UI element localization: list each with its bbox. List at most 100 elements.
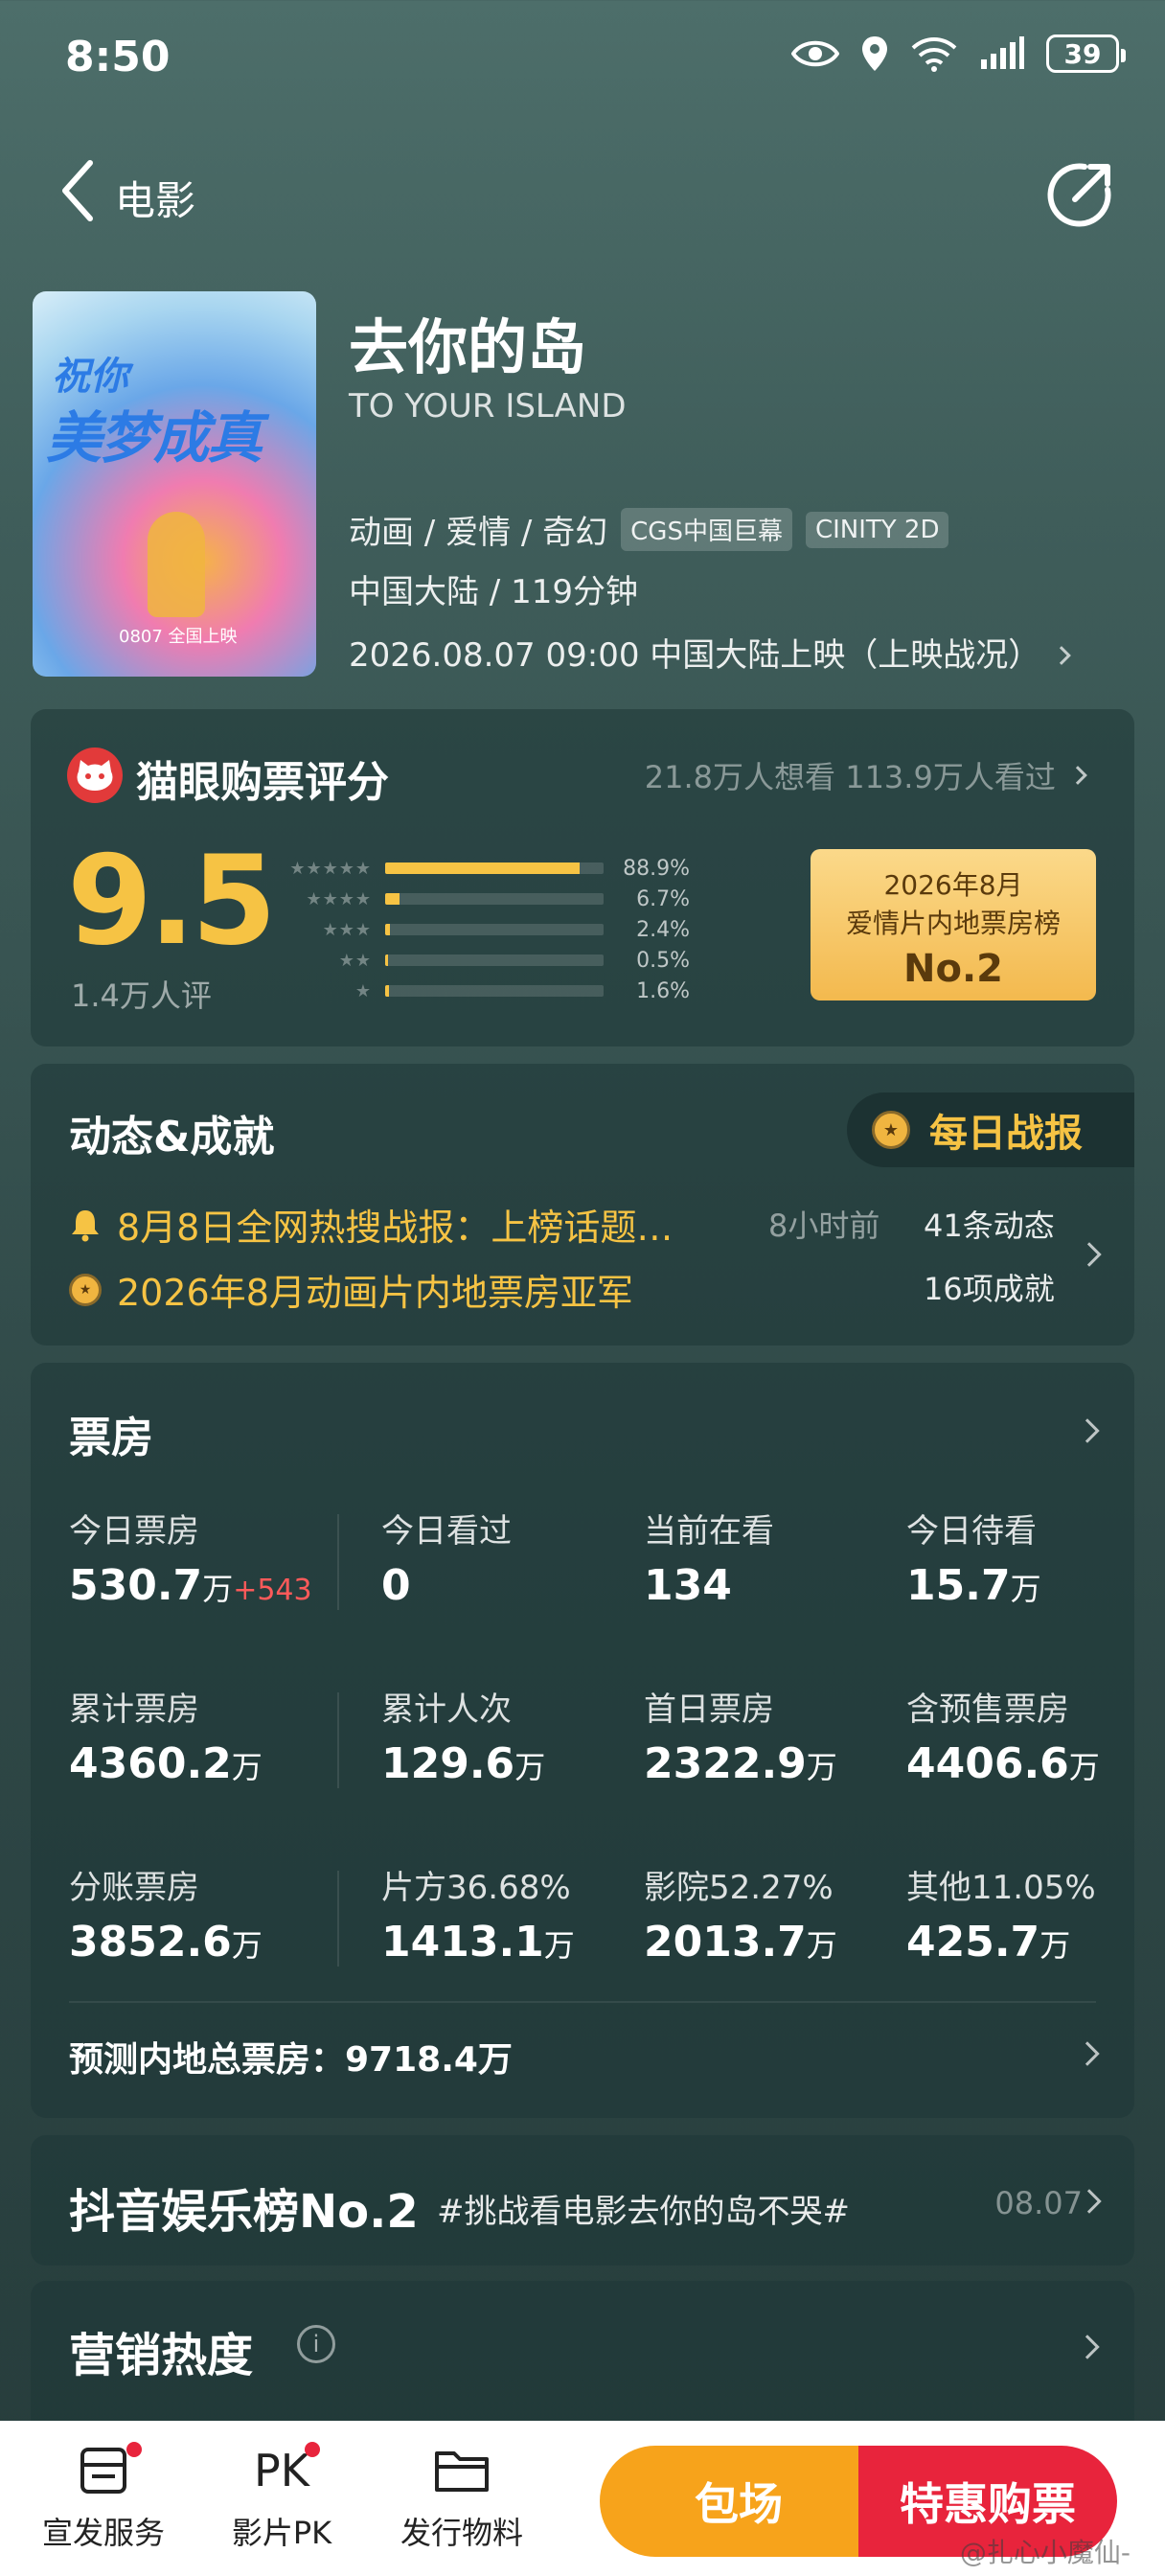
stat-value: 2322.9 [644,1739,807,1788]
box-office-stat: 今日待看 15.7万 [906,1505,1041,1610]
rating-card[interactable]: 猫眼购票评分 21.8万人想看 113.9万人看过 9.5 1.4万人评 ★★★… [31,709,1134,1046]
movie-title-en: TO YOUR ISLAND [349,387,627,426]
medal-icon: ★ [872,1111,910,1149]
watermark: @扎心小魔仙- [959,2537,1131,2568]
stat-label: 当前在看 [644,1512,774,1551]
star-level: ★★★ [322,919,372,940]
stat-label: 今日看过 [381,1512,512,1551]
rank-line-1: 2026年8月 [883,869,1023,901]
stat-value: 530.7 [69,1561,203,1610]
douyin-topic: #挑战看电影去你的岛不哭# [437,2193,850,2231]
folder-icon [435,2451,489,2492]
dynamics-title: 动态&成就 [69,1113,275,1162]
notification-dot [305,2442,320,2457]
stat-value-row: 129.6万 [381,1739,545,1788]
stat-label: 含预售票房 [906,1690,1069,1729]
rating-dist-row: ★★ 0.5% [278,945,728,976]
signal-icon [981,36,1024,69]
chevron-right-icon [1068,766,1087,785]
stat-unit: 万 [231,1927,263,1964]
stat-value-row: 0 [381,1561,512,1610]
wifi-icon [911,37,957,72]
chevron-right-icon[interactable] [1077,1242,1102,1267]
movie-pk-button[interactable]: PK 影片PK [205,2436,358,2553]
stat-value-row: 4406.6万 [906,1739,1100,1788]
notification-dot [126,2442,142,2457]
douyin-rank-card[interactable]: 抖音娱乐榜No.2 #挑战看电影去你的岛不哭# 08.07 [31,2135,1134,2266]
rank-badge[interactable]: 2026年8月 爱情片内地票房榜 No.2 [811,849,1096,1000]
chevron-right-icon[interactable] [1075,2334,1100,2359]
status-time: 8:50 [65,33,171,81]
want-watched[interactable]: 21.8万人想看 113.9万人看过 [644,753,1087,797]
poster-text-2: 美梦成真 [46,405,263,471]
stat-label: 分账票房 [69,1869,199,1907]
info-icon[interactable]: i [297,2325,335,2363]
dynamics-time: 8小时前 [768,1208,880,1244]
achievement-count[interactable]: 16项成就 [924,1265,1055,1309]
release-materials-button[interactable]: 发行物料 [385,2436,538,2553]
rating-bar-fill [385,862,580,874]
box-office-stat: 其他11.05% 425.7万 [906,1861,1096,1966]
daily-report-button[interactable]: ★ 每日战报 [847,1092,1134,1167]
folder-icon-wrap [385,2436,538,2505]
stat-value: 134 [644,1561,732,1610]
status-icons: 39 [791,34,1126,73]
stat-value-row: 3852.6万 [69,1918,263,1966]
charter-button[interactable]: 包场 [600,2446,878,2557]
stat-unit: 万 [231,1749,263,1785]
chevron-right-icon[interactable] [1075,1418,1100,1443]
publicity-label: 宣发服务 [41,2515,165,2551]
stat-value: 425.7 [906,1918,1040,1966]
achievement-item[interactable]: ★ 2026年8月动画片内地票房亚军 [69,1263,633,1316]
poster-figure [148,512,205,617]
rating-bar-track [385,985,604,997]
want-watched-text: 21.8万人想看 113.9万人看过 [644,759,1056,795]
stat-label: 其他11.05% [906,1869,1096,1907]
dynamics-count[interactable]: 41条动态 [924,1202,1055,1246]
box-office-stat: 影院52.27% 2013.7万 [644,1861,837,1966]
dynamics-item-text: 8月8日全网热搜战报：上榜话题… [117,1207,674,1249]
chevron-right-icon [1052,646,1071,665]
star-level: ★ [354,980,372,1001]
stat-unit: 万 [202,1571,234,1607]
movie-poster[interactable]: 祝你 美梦成真 0807 全国上映 [33,291,316,677]
box-office-stat: 今日票房 530.7万+543 [69,1505,312,1610]
dynamics-item[interactable]: 8月8日全网热搜战报：上榜话题… [69,1198,673,1251]
bell-icon [72,1209,99,1241]
column-divider [337,1871,339,1966]
box-office-title: 票房 [69,1414,153,1462]
stat-unit: 万 [806,1749,837,1785]
forecast-total[interactable]: 预测内地总票房：9718.4万 [69,2032,513,2082]
stat-value-row: 1413.1万 [381,1918,575,1966]
publicity-service-button[interactable]: 宣发服务 [27,2436,180,2553]
star-level: ★★ [338,950,372,971]
stat-label: 累计票房 [69,1690,199,1729]
nav-title[interactable]: 电影 [115,169,195,227]
stat-value: 0 [381,1561,411,1610]
format-tag: CINITY 2D [805,511,949,548]
box-office-stat: 累计票房 4360.2万 [69,1683,263,1788]
format-tag: CGS中国巨幕 [621,508,792,551]
box-office-stat: 今日看过 0 [381,1505,512,1610]
stat-label: 今日待看 [906,1512,1037,1551]
back-icon[interactable] [56,157,100,224]
rank-line-2: 爱情片内地票房榜 [845,908,1061,939]
stat-value: 15.7 [906,1561,1011,1610]
share-icon[interactable] [1046,159,1115,228]
movie-release[interactable]: 2026.08.07 09:00 中国大陆上映（上映战况） [349,629,1071,676]
dynamics-card[interactable]: 动态&成就 ★ 每日战报 8月8日全网热搜战报：上榜话题… 8小时前 41条动态… [31,1064,1134,1346]
stat-value: 1413.1 [381,1918,544,1966]
rating-dist-row: ★★★★★ 88.9% [278,853,728,884]
daily-report-label: 每日战报 [929,1112,1083,1156]
column-divider [337,1514,339,1610]
location-icon [862,36,887,71]
stat-value: 3852.6 [69,1918,232,1966]
rating-score: 9.5 [67,830,277,973]
chevron-right-icon[interactable] [1075,2041,1100,2066]
publicity-icon [80,2448,126,2494]
box-office-card[interactable]: 票房 预测内地总票房：9718.4万 今日票房 530.7万+543 今日看过 0 当前… [31,1363,1134,2118]
pk-label: 影片PK [231,2515,332,2551]
pk-icon-wrap: PK [205,2436,358,2505]
rating-pct: 1.6% [636,978,690,1003]
box-office-stat: 含预售票房 4406.6万 [906,1683,1100,1788]
